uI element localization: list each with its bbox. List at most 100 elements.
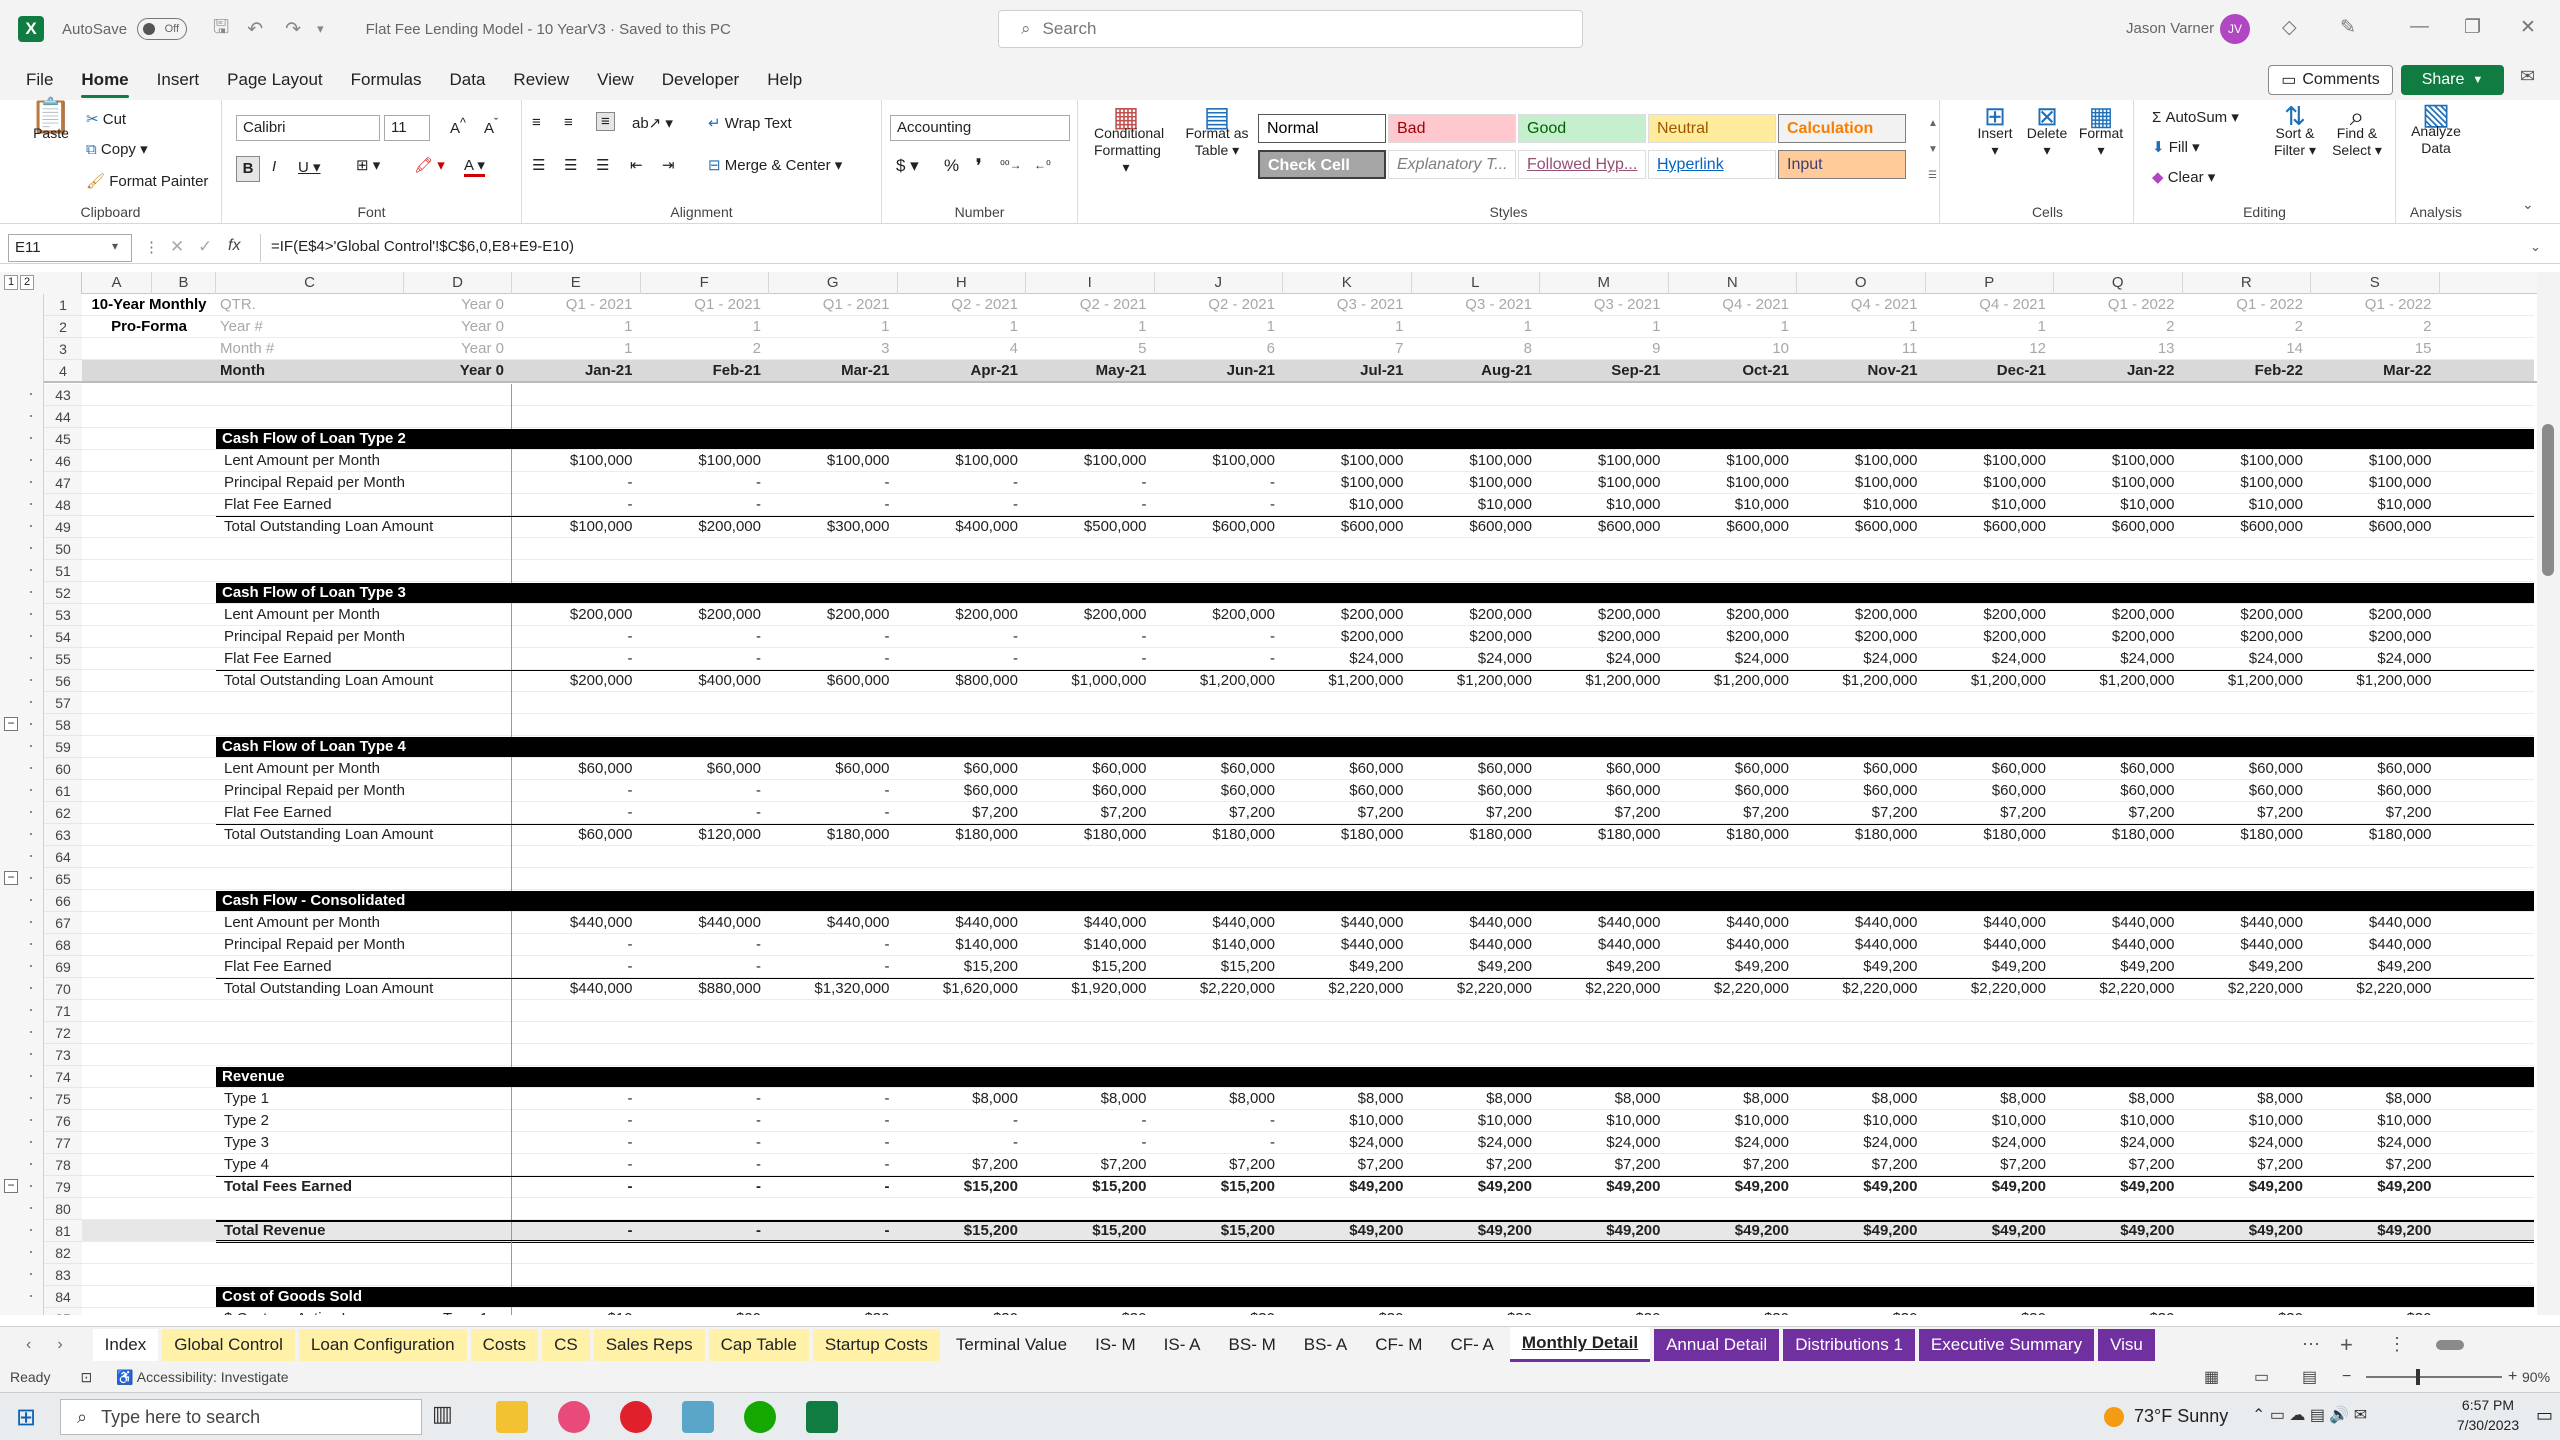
value-cell[interactable]: $140,000 (898, 934, 1027, 956)
year0-cell[interactable]: Year 0 (404, 338, 512, 360)
header-value-cell[interactable]: Q3 - 2021 (1412, 294, 1541, 316)
value-cell[interactable]: $10,000 (2054, 494, 2183, 516)
title-cell[interactable]: Pro-Forma (82, 316, 216, 338)
value-cell[interactable]: $440,000 (1540, 934, 1669, 956)
value-cell[interactable]: $60,000 (1797, 758, 1926, 780)
value-cell[interactable]: $49,200 (2183, 1220, 2312, 1242)
value-cell[interactable]: $1,200,000 (1540, 670, 1669, 692)
value-cell[interactable]: $24,000 (1797, 648, 1926, 670)
row-header[interactable]: 56 (44, 670, 82, 692)
value-cell[interactable]: $24,000 (1797, 1132, 1926, 1154)
value-cell[interactable]: $7,200 (898, 802, 1027, 824)
value-cell[interactable]: - (641, 648, 770, 670)
section-title[interactable]: Cash Flow of Loan Type 4 (216, 736, 516, 758)
value-cell[interactable]: $60,000 (1155, 780, 1284, 802)
bold-icon[interactable]: B (236, 156, 260, 182)
sort-filter-button[interactable]: ⇅ Sort & Filter ▾ (2270, 103, 2320, 159)
value-cell[interactable]: $24,000 (2183, 648, 2312, 670)
header-value-cell[interactable]: 1 (898, 316, 1027, 338)
row-label[interactable]: Type 3 (216, 1132, 512, 1154)
row-header[interactable]: 48 (44, 494, 82, 516)
currency-icon[interactable]: $ ▾ (896, 156, 919, 176)
align-right-icon[interactable]: ☰ (596, 156, 609, 174)
value-cell[interactable]: $60,000 (769, 758, 898, 780)
header-value-cell[interactable]: Sep-21 (1540, 360, 1669, 382)
cell-style-bad[interactable]: Bad (1388, 114, 1516, 143)
accessibility-status[interactable]: ♿ Accessibility: Investigate (116, 1369, 288, 1386)
weather-text[interactable]: 73°F Sunny (2134, 1406, 2228, 1427)
menu-help[interactable]: Help (753, 70, 816, 100)
pen-icon[interactable]: ✎ (2340, 16, 2356, 39)
value-cell[interactable]: $49,200 (1669, 1176, 1798, 1198)
header-label-cell[interactable]: QTR. (216, 294, 404, 316)
value-cell[interactable]: $30 (1540, 1308, 1669, 1315)
column-header-l[interactable]: L (1412, 272, 1540, 294)
header-value-cell[interactable]: 5 (1026, 338, 1155, 360)
value-cell[interactable]: $600,000 (1283, 516, 1412, 538)
row-header[interactable]: 46 (44, 450, 82, 472)
value-cell[interactable]: $500,000 (1026, 516, 1155, 538)
value-cell[interactable]: $24,000 (1412, 648, 1541, 670)
header-value-cell[interactable]: 1 (1540, 316, 1669, 338)
value-cell[interactable]: $30 (898, 1308, 1027, 1315)
value-cell[interactable]: $10 (512, 1308, 641, 1315)
header-value-cell[interactable]: 1 (1926, 316, 2055, 338)
tray-icons[interactable]: ⌃ ▭ ☁ ▤ 🔊 ✉ (2252, 1405, 2367, 1425)
format-painter-button[interactable]: 🖌 Format Painter (86, 172, 208, 190)
value-cell[interactable]: $15,200 (1155, 1220, 1284, 1242)
row-header[interactable]: 51 (44, 560, 82, 582)
row-label[interactable]: Total Outstanding Loan Amount (216, 516, 512, 538)
sheet-tab-cf-m[interactable]: CF- M (1363, 1328, 1435, 1361)
task-view-icon[interactable]: ▥ (432, 1401, 464, 1433)
header-value-cell[interactable]: Aug-21 (1412, 360, 1541, 382)
value-cell[interactable]: $180,000 (1155, 824, 1284, 846)
value-cell[interactable]: $180,000 (2311, 824, 2440, 846)
sheet-tab-bs-a[interactable]: BS- A (1291, 1328, 1360, 1361)
value-cell[interactable]: $440,000 (1669, 934, 1798, 956)
value-cell[interactable]: $2,220,000 (1155, 978, 1284, 1000)
value-cell[interactable]: $1,200,000 (2054, 670, 2183, 692)
value-cell[interactable]: $7,200 (2054, 1154, 2183, 1176)
value-cell[interactable]: $880,000 (641, 978, 770, 1000)
value-cell[interactable]: $49,200 (1283, 1220, 1412, 1242)
value-cell[interactable]: $100,000 (898, 450, 1027, 472)
value-cell[interactable]: $15,200 (898, 1220, 1027, 1242)
header-value-cell[interactable]: 2 (2311, 316, 2440, 338)
value-cell[interactable]: $49,200 (1412, 1220, 1541, 1242)
menu-file[interactable]: File (12, 70, 67, 100)
gallery-up-icon[interactable]: ▲ (1928, 118, 1938, 129)
value-cell[interactable]: $200,000 (1412, 604, 1541, 626)
value-cell[interactable]: - (769, 956, 898, 978)
row-header[interactable]: 58 (44, 714, 82, 736)
sheet-options-icon[interactable]: ⋮ (2388, 1334, 2406, 1355)
value-cell[interactable]: $60,000 (898, 780, 1027, 802)
value-cell[interactable]: $200,000 (641, 604, 770, 626)
value-cell[interactable]: - (512, 956, 641, 978)
header-value-cell[interactable]: 11 (1797, 338, 1926, 360)
row-label[interactable]: Flat Fee Earned (216, 494, 512, 516)
value-cell[interactable]: $600,000 (2311, 516, 2440, 538)
value-cell[interactable]: $440,000 (769, 912, 898, 934)
zoom-level[interactable]: 90% (2522, 1369, 2550, 1385)
value-cell[interactable]: $60,000 (1283, 758, 1412, 780)
diamond-icon[interactable]: ◇ (2282, 16, 2297, 39)
formula-input[interactable]: =IF(E$4>'Global Control'!$C$6,0,E8+E9-E1… (260, 234, 2544, 262)
value-cell[interactable]: $8,000 (1669, 1088, 1798, 1110)
sheet-tab-cf-a[interactable]: CF- A (1438, 1328, 1506, 1361)
italic-icon[interactable]: I (272, 158, 276, 175)
sheet-tab-distributions-1[interactable]: Distributions 1 (1783, 1328, 1915, 1361)
value-cell[interactable]: $10,000 (1412, 1110, 1541, 1132)
header-value-cell[interactable]: Q1 - 2021 (769, 294, 898, 316)
year0-cell[interactable]: Year 0 (404, 316, 512, 338)
value-cell[interactable]: $440,000 (898, 912, 1027, 934)
header-value-cell[interactable]: 1 (1283, 316, 1412, 338)
value-cell[interactable]: $100,000 (512, 516, 641, 538)
value-cell[interactable]: $1,200,000 (1926, 670, 2055, 692)
value-cell[interactable]: $8,000 (1540, 1088, 1669, 1110)
value-cell[interactable]: $1,200,000 (1797, 670, 1926, 692)
header-value-cell[interactable]: Q2 - 2021 (898, 294, 1027, 316)
analyze-data-button[interactable]: ▧ Analyze Data (2408, 100, 2464, 157)
value-cell[interactable]: $200,000 (1540, 626, 1669, 648)
value-cell[interactable]: $15,200 (898, 1176, 1027, 1198)
sheet-tab-visu[interactable]: Visu (2098, 1328, 2155, 1361)
